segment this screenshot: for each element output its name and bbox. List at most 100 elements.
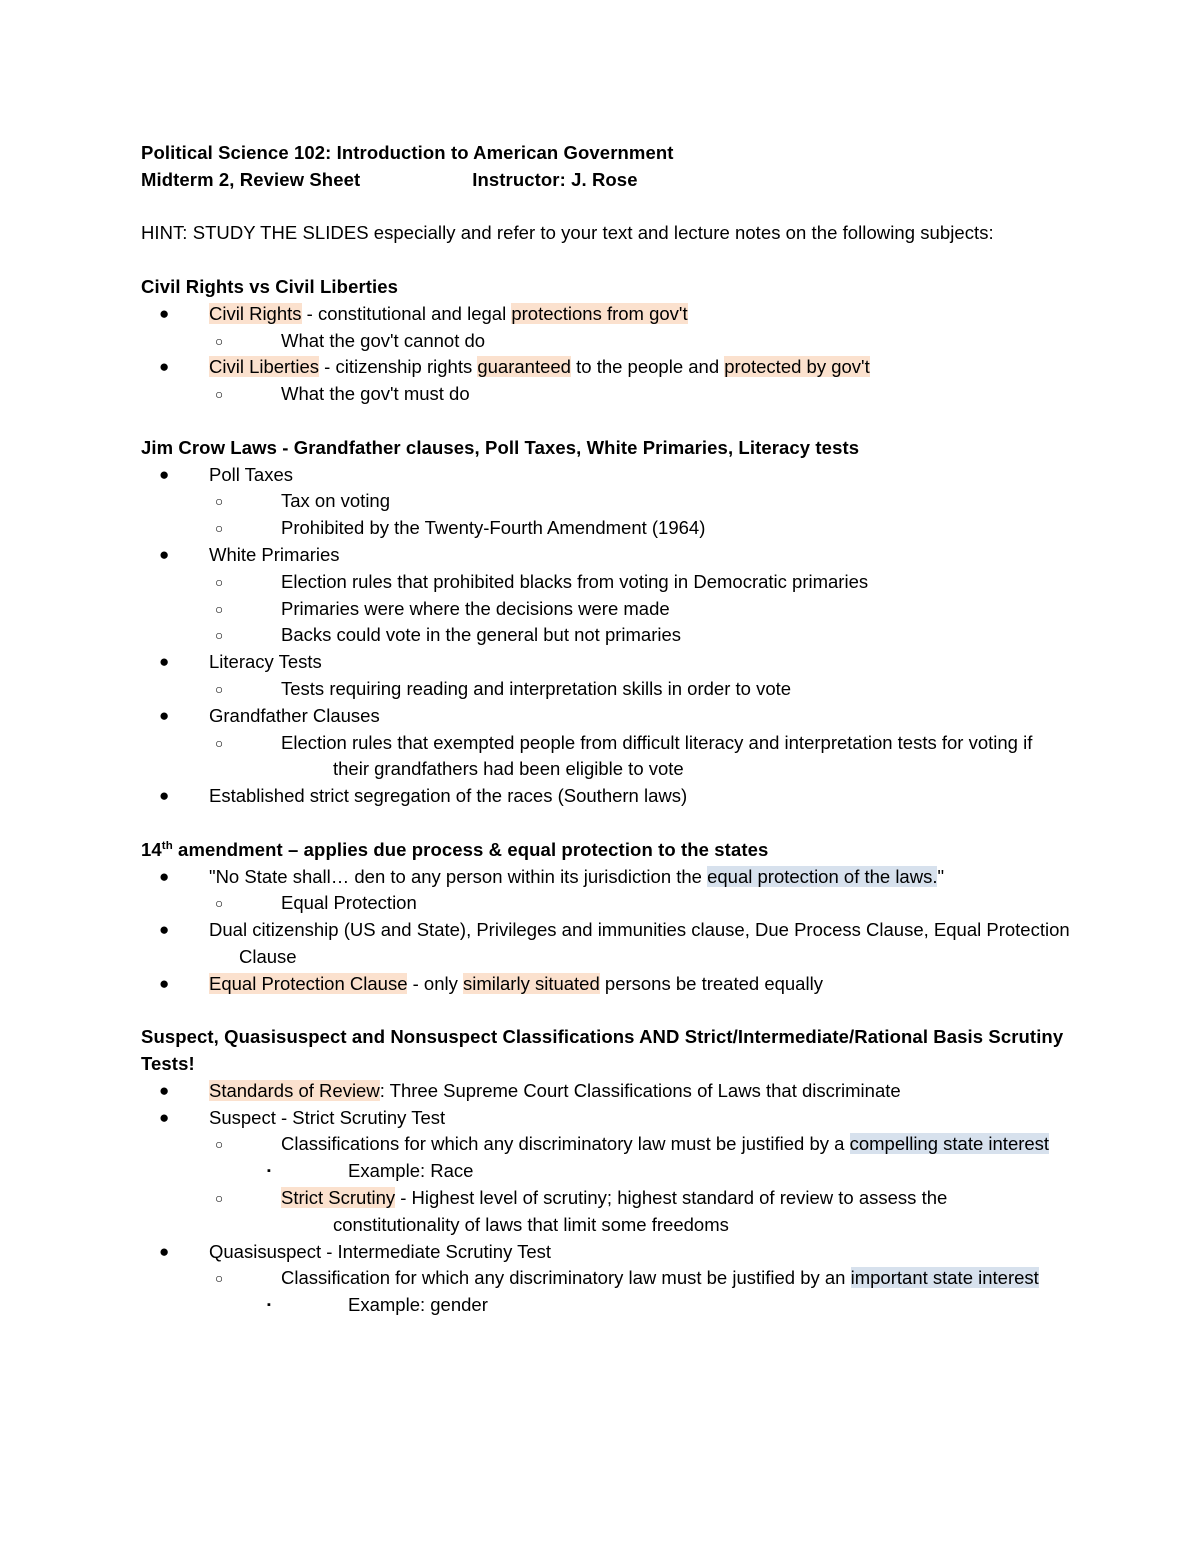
list-item-text: Established strict segregation of the ra… [209, 785, 688, 807]
list-item-text: Tax on voting [281, 490, 391, 512]
list-item: ● Civil Liberties - citizenship rights gu… [141, 354, 1071, 381]
disc-bullet-icon: ● [159, 464, 170, 484]
list-item: ● Established strict segregation of the r… [141, 783, 1071, 810]
list-item: ○ Tests requiring reading and interpretat… [141, 676, 1071, 703]
disc-bullet-icon: ● [159, 786, 170, 806]
list-item-text: White Primaries [209, 543, 340, 565]
circle-bullet-icon: ○ [215, 681, 224, 697]
section-heading: Civil Rights vs Civil Liberties [141, 275, 399, 297]
list-item: ● Literacy Tests [141, 649, 1071, 676]
hint-paragraph: HINT: STUDY THE SLIDES especially and re… [141, 222, 994, 244]
circle-bullet-icon: ○ [215, 896, 224, 912]
document-body: Political Science 102: Introduction to A… [141, 140, 1071, 1319]
section-list: ● Poll Taxes ○ Tax on voting ○ Prohibited by … [141, 462, 1071, 810]
section-heading: Jim Crow Laws - Grandfather clauses, Pol… [141, 436, 860, 458]
list-item: ○ Prohibited by the Twenty-Fourth Amendme… [141, 515, 1071, 542]
list-item: ○ Primaries were where the decisions were… [141, 596, 1071, 623]
highlight-blue: equal protection of the laws. [707, 865, 938, 887]
list-item-text: Dual citizenship (US and State), Privile… [209, 919, 1070, 967]
list-item-text: Civil Liberties - citizenship rights gua… [209, 356, 870, 378]
list-item: ▪ Example: gender [141, 1292, 1071, 1319]
disc-bullet-icon: ● [159, 303, 170, 323]
list-item-text: Equal Protection [281, 892, 417, 914]
section-list: ● "No State shall… den to any person with… [141, 864, 1071, 998]
highlight-blue: compelling state interest [849, 1133, 1050, 1155]
circle-bullet-icon: ○ [215, 494, 224, 510]
disc-bullet-icon: ● [159, 973, 170, 993]
list-item: ● Equal Protection Clause - only similarl… [141, 971, 1071, 998]
highlight-orange: Equal Protection Clause [209, 972, 408, 994]
disc-bullet-icon: ● [159, 1080, 170, 1100]
exam-label: Midterm 2, Review Sheet [141, 168, 361, 190]
list-item-text: Election rules that exempted people from… [281, 731, 1033, 780]
list-item-text: Suspect - Strict Scrutiny Test [209, 1106, 446, 1128]
circle-bullet-icon: ○ [215, 628, 224, 644]
list-item-text: Literacy Tests [209, 651, 322, 673]
list-item-text: Poll Taxes [209, 463, 293, 485]
list-item-text: Primaries were where the decisions were … [281, 597, 670, 619]
list-item-text: What the gov't cannot do [281, 329, 486, 351]
list-item-text: Example: gender [348, 1294, 488, 1316]
list-item: ○ Strict Scrutiny - Highest level of scru… [141, 1185, 1071, 1239]
list-item: ○ Backs could vote in the general but not… [141, 622, 1071, 649]
list-item-text: Backs could vote in the general but not … [281, 624, 682, 646]
list-item-text: Strict Scrutiny - Highest level of scrut… [281, 1187, 948, 1235]
highlight-orange: similarly situated [463, 972, 600, 994]
list-item: ● Dual citizenship (US and State), Privil… [141, 917, 1071, 971]
highlight-orange: Civil Liberties [209, 356, 320, 378]
list-item-text: What the gov't must do [281, 383, 470, 405]
square-bullet-icon: ▪ [267, 1299, 271, 1312]
disc-bullet-icon: ● [159, 866, 170, 886]
list-item-text: Equal Protection Clause - only similarly… [209, 972, 823, 994]
list-item: ○ What the gov't cannot do [141, 328, 1071, 355]
list-item-text: Classification for which any discriminat… [281, 1267, 1039, 1289]
disc-bullet-icon: ● [159, 920, 170, 940]
list-item: ● Suspect - Strict Scrutiny Test [141, 1105, 1071, 1132]
circle-bullet-icon: ○ [215, 601, 224, 617]
highlight-orange: Civil Rights [209, 302, 302, 324]
instructor-label: Instructor: J. Rose [472, 168, 638, 190]
section-heading: 14th amendment – applies due process & e… [141, 838, 769, 860]
list-item-text: Standards of Review: Three Supreme Court… [209, 1079, 901, 1101]
circle-bullet-icon: ○ [215, 735, 224, 751]
list-item: ● White Primaries [141, 542, 1071, 569]
list-item: ● "No State shall… den to any person with… [141, 864, 1071, 891]
highlight-blue: important state interest [850, 1267, 1039, 1289]
ordinal-suffix: th [161, 839, 173, 852]
circle-bullet-icon: ○ [215, 574, 224, 590]
disc-bullet-icon: ● [159, 1107, 170, 1127]
list-item-text: Prohibited by the Twenty-Fourth Amendmen… [281, 517, 706, 539]
circle-bullet-icon: ○ [215, 333, 224, 349]
highlight-orange: Standards of Review [209, 1079, 380, 1101]
disc-bullet-icon: ● [159, 544, 170, 564]
list-item: ○ What the gov't must do [141, 381, 1071, 408]
square-bullet-icon: ▪ [267, 1165, 271, 1178]
disc-bullet-icon: ● [159, 705, 170, 725]
list-item: ● Grandfather Clauses [141, 703, 1071, 730]
list-item: ● Standards of Review: Three Supreme Cour… [141, 1078, 1071, 1105]
disc-bullet-icon: ● [159, 1241, 170, 1261]
list-item: ○ Tax on voting [141, 488, 1071, 515]
disc-bullet-icon: ● [159, 357, 170, 377]
list-item-text: Grandfather Clauses [209, 704, 380, 726]
circle-bullet-icon: ○ [215, 1191, 224, 1207]
section-list: ● Civil Rights - constitutional and legal… [141, 301, 1071, 408]
circle-bullet-icon: ○ [215, 1137, 224, 1153]
circle-bullet-icon: ○ [215, 1271, 224, 1287]
list-item: ○ Classification for which any discrimina… [141, 1265, 1071, 1292]
section-heading: Suspect, Quasisuspect and Nonsuspect Cla… [141, 1026, 1064, 1075]
disc-bullet-icon: ● [159, 652, 170, 672]
course-title: Political Science 102: Introduction to A… [141, 142, 674, 163]
circle-bullet-icon: ○ [215, 387, 224, 403]
list-item: ▪ Example: Race [141, 1158, 1071, 1185]
list-item: ● Quasisuspect - Intermediate Scrutiny Te… [141, 1239, 1071, 1266]
list-item: ○ Election rules that exempted people fro… [141, 730, 1071, 784]
list-item: ● Poll Taxes [141, 462, 1071, 489]
list-item-text: Classifications for which any discrimina… [281, 1133, 1050, 1155]
section-list: ● Standards of Review: Three Supreme Cour… [141, 1078, 1071, 1319]
